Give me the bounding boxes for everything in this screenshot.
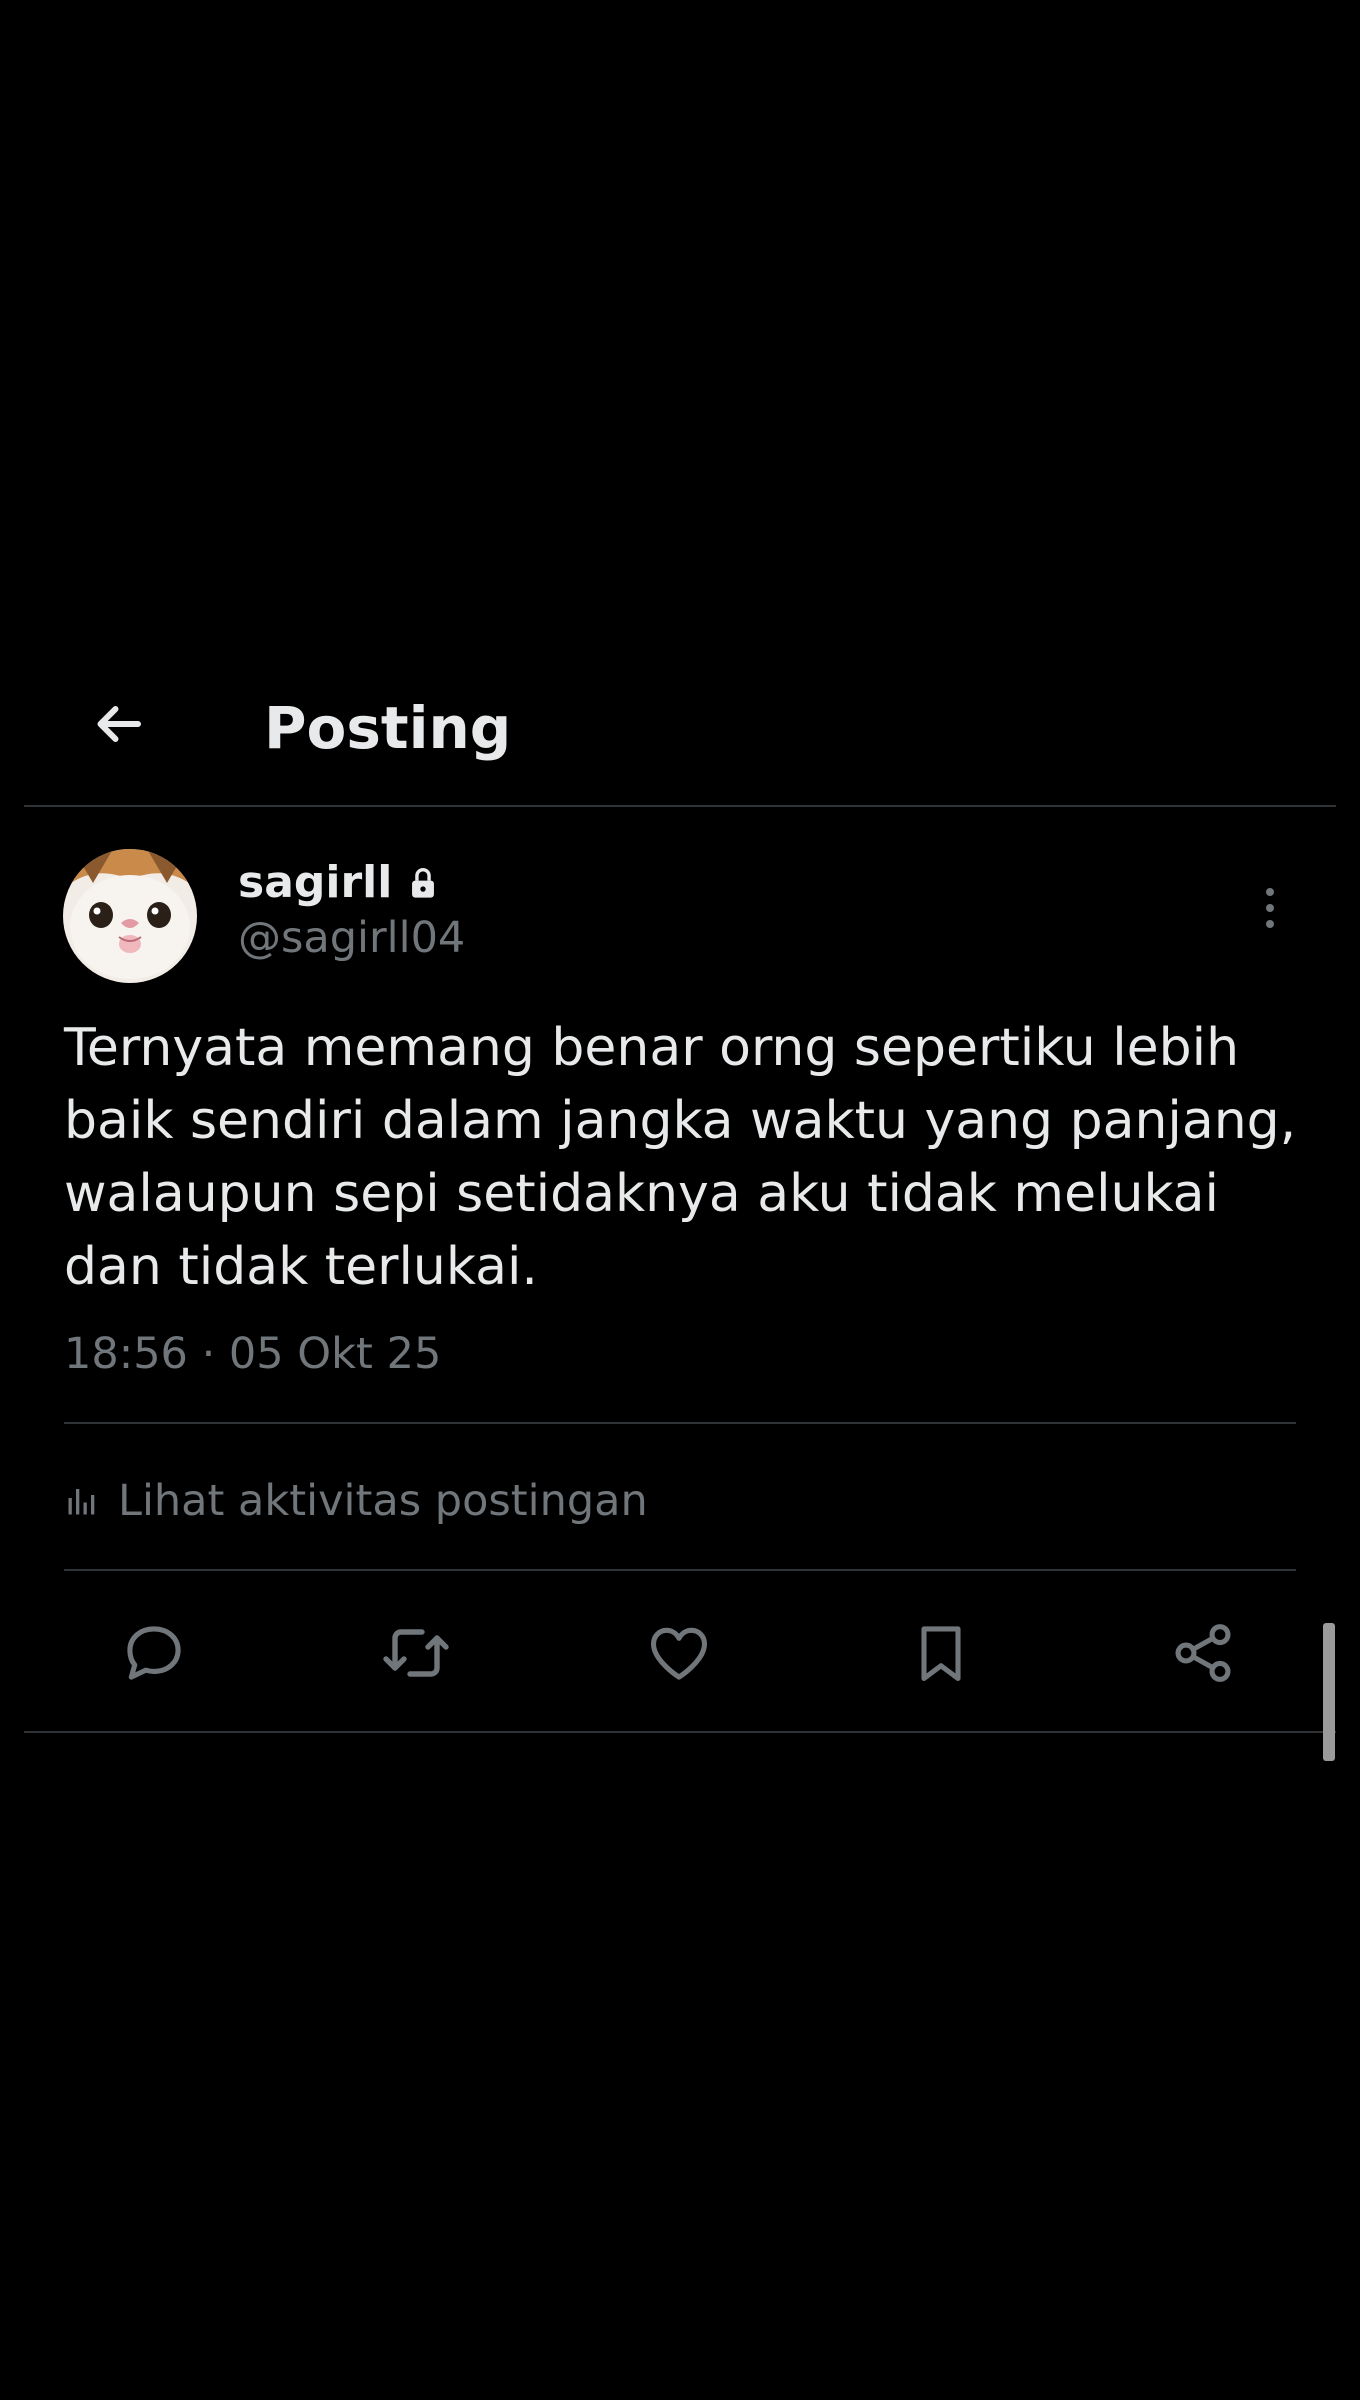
- more-options-button[interactable]: [1240, 868, 1300, 948]
- repost-icon: [383, 1629, 449, 1677]
- post-activity-link[interactable]: Lihat aktivitas postingan: [64, 1466, 648, 1536]
- author-name-row[interactable]: sagirll: [238, 855, 438, 911]
- post-text: Ternyata memang benar orng sepertiku leb…: [64, 1012, 1304, 1304]
- bookmark-button[interactable]: [896, 1608, 986, 1698]
- avatar[interactable]: [63, 849, 197, 983]
- action-bar-divider: [24, 1731, 1336, 1733]
- activity-divider: [64, 1569, 1296, 1571]
- bookmark-icon: [921, 1626, 961, 1682]
- bar-chart-icon: [68, 1489, 95, 1515]
- header-divider: [24, 805, 1336, 807]
- arrow-left-icon: [97, 706, 141, 742]
- handle[interactable]: @sagirll04: [238, 910, 465, 966]
- post-text-line: baik sendiri dalam jangka waktu yang pan…: [64, 1091, 1297, 1151]
- scrollbar-thumb[interactable]: [1323, 1623, 1335, 1761]
- share-button[interactable]: [1158, 1608, 1248, 1698]
- page-title: Posting: [264, 694, 512, 762]
- post-text-line: walaupun sepi setidaknya aku tidak meluk…: [64, 1164, 1219, 1224]
- reply-bubble-icon: [127, 1626, 181, 1680]
- back-button[interactable]: [78, 684, 158, 764]
- more-vertical-icon: [1266, 888, 1274, 928]
- timestamp-divider: [64, 1422, 1296, 1424]
- activity-label: Lihat aktivitas postingan: [118, 1476, 648, 1526]
- reply-button[interactable]: [109, 1608, 199, 1698]
- lock-icon: [412, 867, 435, 898]
- post-timestamp[interactable]: 18:56 · 05 Okt 25: [64, 1326, 441, 1382]
- display-name: sagirll: [238, 857, 393, 908]
- post-text-line: dan tidak terlukai.: [64, 1237, 538, 1297]
- repost-button[interactable]: [371, 1608, 461, 1698]
- action-bar: [0, 1598, 1360, 1708]
- heart-icon: [650, 1627, 708, 1680]
- like-button[interactable]: [634, 1608, 724, 1698]
- share-icon: [1175, 1624, 1231, 1682]
- cat-face-avatar: [63, 849, 197, 983]
- post-text-line: Ternyata memang benar orng sepertiku leb…: [64, 1018, 1240, 1078]
- top-app-bar: Posting: [0, 660, 1360, 806]
